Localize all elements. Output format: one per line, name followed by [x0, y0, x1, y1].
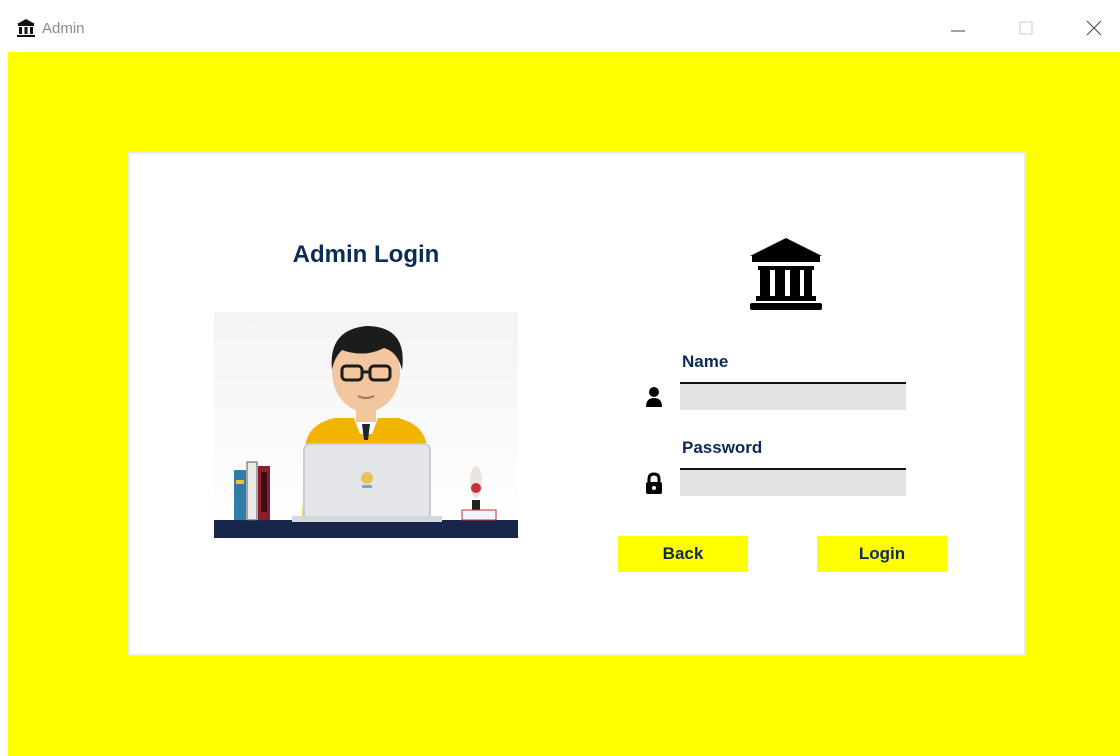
user-icon	[646, 387, 662, 407]
close-button[interactable]	[1074, 10, 1114, 46]
password-label: Password	[682, 438, 763, 457]
minimize-button[interactable]	[938, 10, 978, 46]
maximize-icon	[1019, 21, 1033, 35]
password-input[interactable]	[680, 468, 906, 496]
minimize-icon	[951, 30, 965, 32]
back-button[interactable]: Back	[618, 536, 748, 572]
close-icon	[1086, 20, 1102, 36]
title-bar: Admin	[0, 0, 1120, 52]
bank-icon	[17, 19, 35, 37]
page-title: Admin Login	[292, 241, 440, 268]
bank-logo-icon	[750, 238, 822, 310]
window-client-area: Admin Login Name Password Back Login	[8, 52, 1120, 756]
name-input[interactable]	[680, 382, 906, 410]
login-button[interactable]: Login	[817, 536, 947, 572]
admin-illustration	[214, 312, 518, 538]
name-label: Name	[682, 352, 729, 371]
login-card: Admin Login Name Password Back Login	[128, 152, 1026, 656]
window-title: Admin	[42, 20, 85, 37]
maximize-button[interactable]	[1006, 10, 1046, 46]
lock-icon	[646, 472, 662, 494]
